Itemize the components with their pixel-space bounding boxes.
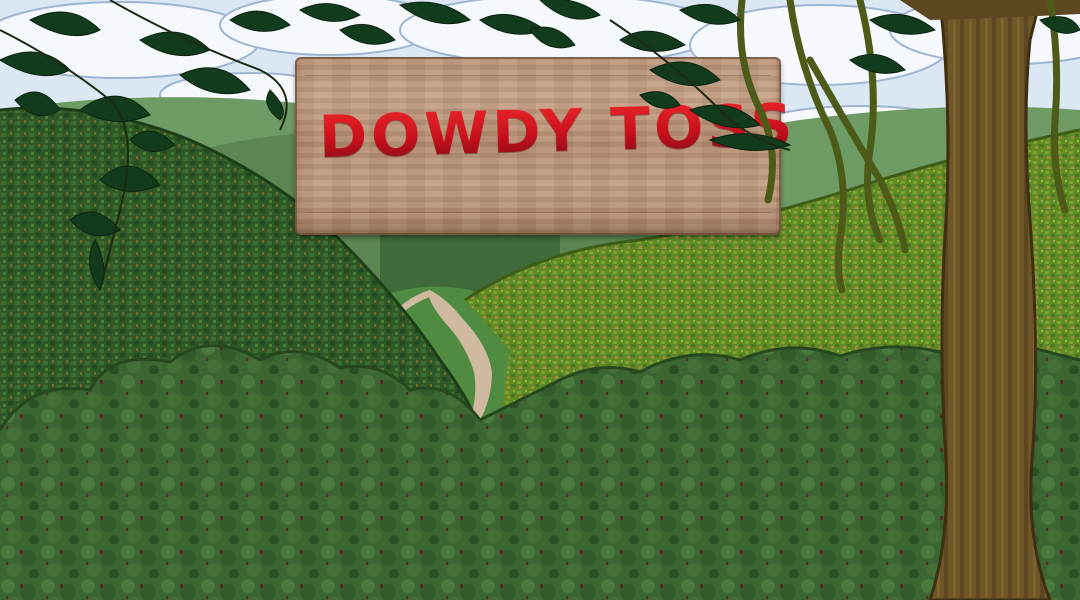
title-sign: DOWDY TOSS: [295, 57, 797, 235]
game-title: DOWDY TOSS: [318, 90, 798, 171]
game-screen: DOWDY TOSS: [0, 0, 1080, 600]
